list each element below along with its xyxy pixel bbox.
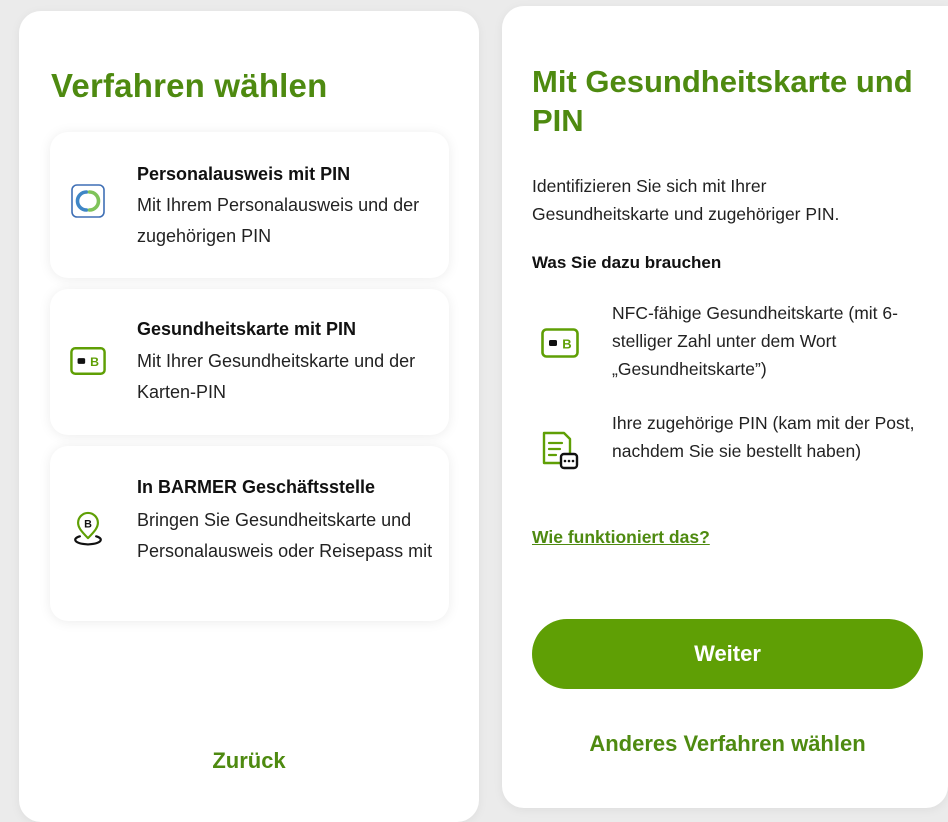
health-card-icon: B bbox=[70, 343, 106, 379]
requirement-text: NFC-fähige Gesundheitskarte (mit 6-stell… bbox=[612, 303, 898, 379]
option-card-geschaeftsstelle[interactable]: B In BARMER Geschäftsstelle Bringen Sie … bbox=[50, 446, 449, 621]
choose-other-method-button[interactable]: Anderes Verfahren wählen bbox=[532, 731, 923, 757]
option-card-personalausweis[interactable]: Personalausweis mit PIN Mit Ihrem Person… bbox=[50, 132, 449, 278]
location-pin-icon: B bbox=[70, 511, 106, 548]
option-title: Gesundheitskarte mit PIN bbox=[137, 319, 357, 339]
option-title: Personalausweis mit PIN bbox=[137, 164, 351, 184]
requirements-heading: Was Sie dazu brauchen bbox=[532, 253, 722, 272]
requirement-item: Ihre zugehörige PIN (kam mit der Post, n… bbox=[532, 409, 932, 499]
pin-letter-icon bbox=[540, 431, 580, 471]
panel-title: Mit Gesundheitskarte und PIN bbox=[532, 64, 913, 138]
panel-title: Verfahren wählen bbox=[51, 67, 328, 104]
requirement-text: Ihre zugehörige PIN (kam mit der Post, n… bbox=[612, 413, 915, 461]
id-card-icon bbox=[70, 183, 106, 219]
requirement-item: B NFC-fähige Gesundheitskarte (mit 6-ste… bbox=[532, 299, 932, 389]
svg-text:B: B bbox=[84, 518, 92, 530]
svg-text:B: B bbox=[90, 355, 99, 369]
option-description: Bringen Sie Gesundheitskarte und Persona… bbox=[137, 510, 433, 561]
method-detail-panel: Mit Gesundheitskarte und PIN Identifizie… bbox=[502, 6, 948, 808]
option-card-gesundheitskarte[interactable]: B Gesundheitskarte mit PIN Mit Ihrer Ges… bbox=[50, 289, 449, 435]
health-card-icon: B bbox=[540, 323, 580, 363]
option-description: Mit Ihrer Gesundheitskarte und der Karte… bbox=[137, 351, 416, 402]
back-button[interactable]: Zurück bbox=[19, 748, 479, 774]
option-description: Mit Ihrem Personalausweis und der zugehö… bbox=[137, 195, 420, 246]
method-selection-panel: Verfahren wählen Personalausweis mit PIN… bbox=[19, 11, 479, 822]
intro-text: Identifizieren Sie sich mit Ihrer Gesund… bbox=[532, 176, 840, 224]
how-it-works-link[interactable]: Wie funktioniert das? bbox=[532, 527, 710, 548]
svg-text:B: B bbox=[562, 337, 571, 352]
option-title: In BARMER Geschäftsstelle bbox=[137, 477, 376, 497]
continue-button[interactable]: Weiter bbox=[532, 619, 923, 689]
